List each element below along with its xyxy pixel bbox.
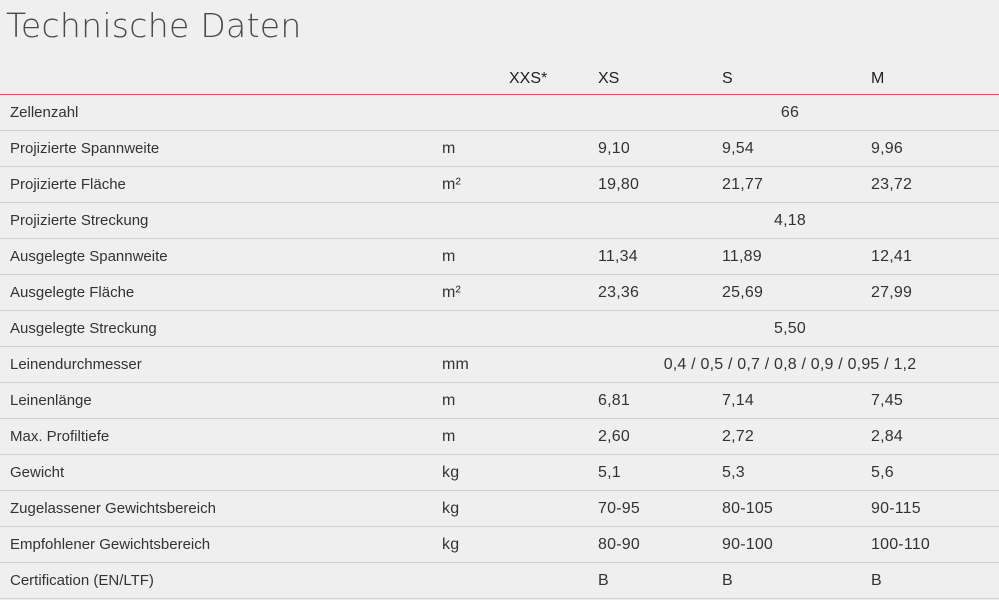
row-value-all-sizes: 4,18 [774, 211, 806, 229]
row-value-s: 80-105 [722, 499, 774, 517]
row-label: Ausgelegte Fläche [10, 284, 135, 301]
row-unit: kg [442, 463, 460, 481]
table-header-row: XXS* XS S M [0, 60, 999, 95]
row-unit: m² [442, 175, 462, 193]
row-value-s: 11,89 [722, 247, 762, 265]
row-label: Gewicht [10, 464, 65, 481]
row-value-s: 7,14 [722, 391, 754, 409]
row-unit: mm [442, 355, 470, 373]
table-row: Projizierte Streckung 4,18 [0, 203, 999, 239]
row-value-xs: B [598, 571, 609, 589]
specs-table: XXS* XS S M Zellenzahl 66 Projizierte Span… [0, 60, 999, 599]
table-row: Projizierte Spannweite m 9,10 9,54 9,96 [0, 131, 999, 167]
row-value-s: 9,54 [722, 139, 754, 157]
row-value-m: 5,6 [871, 463, 894, 481]
row-label: Ausgelegte Spannweite [10, 248, 168, 265]
row-value-m: 7,45 [871, 391, 903, 409]
row-value-xs: 23,36 [598, 283, 640, 301]
row-unit: kg [442, 535, 460, 553]
row-value-xs: 70-95 [598, 499, 640, 517]
row-unit: m [442, 391, 456, 409]
row-label: Leinendurchmesser [10, 356, 142, 373]
row-value-m: 100-110 [871, 535, 930, 553]
table-row: Max. Profiltiefe m 2,60 2,72 2,84 [0, 419, 999, 455]
row-label: Projizierte Fläche [10, 176, 126, 193]
row-unit: m² [442, 283, 462, 301]
row-label: Ausgelegte Streckung [10, 320, 157, 337]
column-header-m: M [871, 70, 885, 87]
row-value-s: 2,72 [722, 427, 754, 445]
row-unit: m [442, 427, 456, 445]
row-value-m: 23,72 [871, 175, 913, 193]
row-value-s: 90-100 [722, 535, 774, 553]
table-row: Projizierte Fläche m² 19,80 21,77 23,72 [0, 167, 999, 203]
row-label: Max. Profiltiefe [10, 428, 110, 445]
row-value-xs: 19,80 [598, 175, 640, 193]
row-value-m: 2,84 [871, 427, 903, 445]
table-row: Ausgelegte Fläche m² 23,36 25,69 27,99 [0, 275, 999, 311]
table-body: Zellenzahl 66 Projizierte Spannweite m 9,10 9… [0, 95, 999, 599]
row-label: Projizierte Streckung [10, 212, 149, 229]
row-value-xs: 6,81 [598, 391, 630, 409]
row-value-all-sizes: 5,50 [774, 319, 806, 337]
row-label: Projizierte Spannweite [10, 140, 160, 157]
row-value-m: B [871, 571, 882, 589]
table-row: Zellenzahl 66 [0, 95, 999, 131]
row-label: Zugelassener Gewichtsbereich [10, 500, 216, 517]
row-label: Zellenzahl [10, 104, 79, 121]
table-row: Certification (EN/LTF) B B B [0, 563, 999, 599]
row-value-xs: 2,60 [598, 427, 630, 445]
row-value-s: 5,3 [722, 463, 745, 481]
row-unit: kg [442, 499, 460, 517]
row-label: Leinenlänge [10, 392, 92, 409]
row-unit: m [442, 139, 456, 157]
table-row: Ausgelegte Spannweite m 11,34 11,89 12,41 [0, 239, 999, 275]
row-value-xs: 9,10 [598, 139, 630, 157]
column-header-s: S [722, 70, 733, 87]
row-value-m: 12,41 [871, 247, 913, 265]
page-title: Technische Daten [6, 6, 302, 45]
row-value-m: 27,99 [871, 283, 913, 301]
table-row: Leinenlänge m 6,81 7,14 7,45 [0, 383, 999, 419]
table-row: Ausgelegte Streckung 5,50 [0, 311, 999, 347]
row-value-xs: 11,34 [598, 247, 638, 265]
row-value-xs: 5,1 [598, 463, 621, 481]
row-label: Certification (EN/LTF) [10, 572, 154, 589]
row-unit: m [442, 247, 456, 265]
row-value-m: 90-115 [871, 499, 921, 517]
row-value-m: 9,96 [871, 139, 903, 157]
column-header-xs: XS [598, 70, 620, 87]
row-value-all-sizes: 0,4 / 0,5 / 0,7 / 0,8 / 0,9 / 0,95 / 1,2 [663, 355, 917, 373]
row-value-all-sizes: 66 [780, 103, 800, 121]
row-value-s: 25,69 [722, 283, 764, 301]
row-value-xs: 80-90 [598, 535, 640, 553]
row-value-s: B [722, 571, 733, 589]
table-row: Empfohlener Gewichtsbereich kg 80-90 90-100… [0, 527, 999, 563]
table-row: Zugelassener Gewichtsbereich kg 70-95 80-10… [0, 491, 999, 527]
table-row: Gewicht kg 5,1 5,3 5,6 [0, 455, 999, 491]
table-row: Leinendurchmesser mm 0,4 / 0,5 / 0,7 / 0,8… [0, 347, 999, 383]
row-label: Empfohlener Gewichtsbereich [10, 536, 211, 553]
column-header-xxs: XXS* [509, 70, 548, 87]
row-value-s: 21,77 [722, 175, 764, 193]
